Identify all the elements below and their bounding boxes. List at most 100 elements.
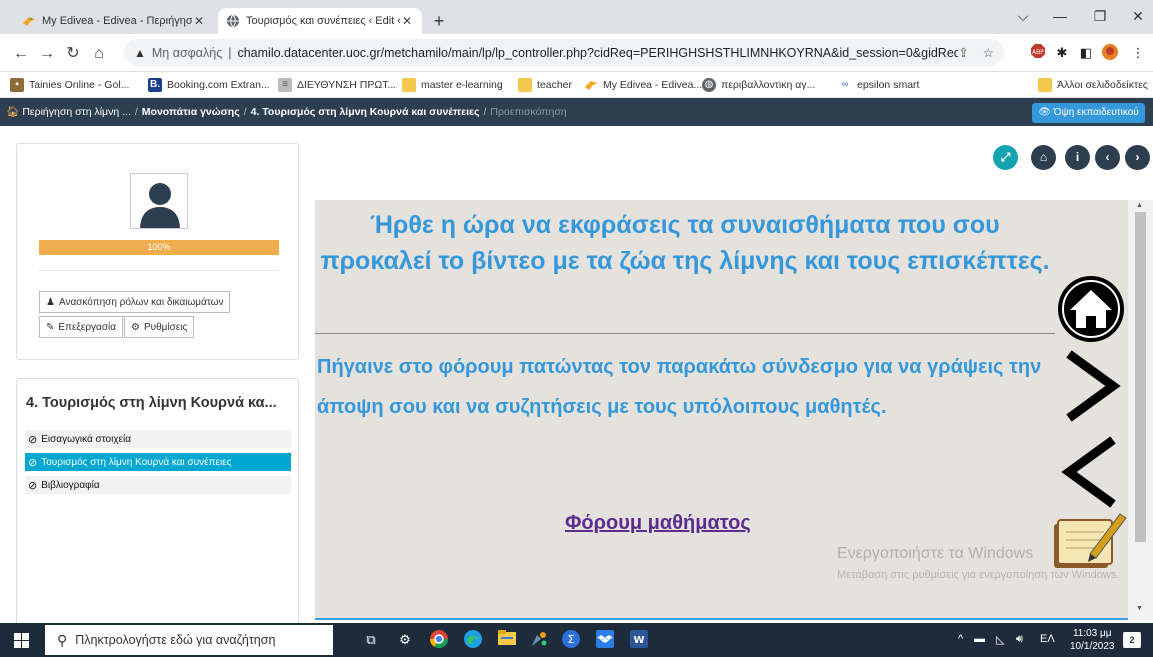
bird-icon [584,78,598,92]
forward-arrow-icon[interactable]: → [36,43,58,65]
breadcrumb-learning-paths[interactable]: Μονοπάτια γνώσης [142,106,240,118]
settings-gear-icon[interactable]: ⚙ [394,629,416,651]
restore-button[interactable]: ❐ [1080,8,1120,28]
edge-icon[interactable] [462,629,484,651]
bookmark-tainies[interactable]: ▪ Tainies Online - Gol... [10,76,129,94]
eye-icon: 👁︎ [1038,107,1051,118]
tray-chevron-icon[interactable]: ^ [958,633,963,645]
new-tab-button[interactable]: + [428,10,450,32]
edit-button[interactable]: ✎ Επεξεργασία [39,316,123,338]
word-icon[interactable]: W [628,629,650,651]
calculator-sigma-icon[interactable]: Σ [560,629,582,651]
bookmark-dieuthynsi[interactable]: ≡ ΔΙΕΥΘΥΝΣΗ ΠΡΩΤ... [278,76,396,94]
tab-my-edivea[interactable]: My Edivea - Edivea - Περιήγηση σ ✕ [14,8,214,34]
bookmark-teacher[interactable]: teacher [518,76,572,94]
scroll-down-icon[interactable]: ▼ [1136,605,1143,612]
lesson-paragraph: Πήγαινε στο φόρουμ πατώντας τον παρακάτω… [317,356,1042,418]
extensions-puzzle-icon[interactable]: ✱ [1052,43,1072,63]
bird-icon [22,14,36,28]
toc-panel: 4. Τουρισμός στη λίμνη Κουρνά κα... ⊘ Ει… [16,378,299,648]
close-window-button[interactable]: ✕ [1118,8,1153,28]
toc-item-intro[interactable]: ⊘ Εισαγωγικά στοιχεία [25,430,291,448]
security-label: Μη ασφαλής [151,45,223,60]
site-icon: ▪ [10,78,24,92]
bookmark-my-edivea[interactable]: My Edivea - Edivea... [584,76,702,94]
folder-icon [402,78,416,92]
address-toolbar: ← → ↻ ⌂ ▲ Μη ασφαλής | chamilo.datacente… [0,34,1153,72]
windows-activation-title: Ενεργοποιήστε τα Windows [837,545,1034,562]
notification-count: 2 [1129,635,1135,645]
toc-title: 4. Τουρισμός στη λίμνη Κουρνά κα... [26,395,277,411]
home-icon[interactable]: ⌂ [88,43,110,65]
reload-icon[interactable]: ↻ [62,43,84,65]
windows-start-icon[interactable] [14,633,29,648]
search-icon: ⚲ [57,631,68,648]
bookmark-other[interactable]: Άλλοι σελιδοδείκτες [1038,76,1148,94]
windows-taskbar: ⚲ Πληκτρολογήστε εδώ για αναζήτηση ⧉ ⚙ Σ… [0,623,1153,657]
chrome-icon[interactable] [428,629,450,651]
kebab-menu-icon[interactable]: ⋮ [1128,43,1148,63]
notification-icon[interactable]: 2 [1123,632,1141,648]
svg-text:ABP: ABP [1032,49,1044,56]
link-icon: ∞ [841,79,849,90]
clock[interactable]: 11:03 μμ 10/1/2023 [1070,627,1115,653]
fullscreen-icon[interactable]: ⤢ [993,145,1018,170]
dropbox-icon[interactable] [594,629,616,651]
bookmark-periballontiki[interactable]: ◍ περιβαλλοντικη αγ... [702,76,815,94]
task-view-icon[interactable]: ⧉ [360,629,382,651]
gear-icon: ⚙ [131,321,140,333]
bookmark-booking[interactable]: B. Booking.com Extran... [148,76,270,94]
scrollbar-thumb[interactable] [1135,212,1146,542]
globe-icon: ◍ [702,78,716,92]
close-icon[interactable]: ✕ [192,14,206,28]
avatar[interactable] [1100,43,1120,63]
close-icon[interactable]: ✕ [400,14,414,28]
address-bar[interactable]: ▲ Μη ασφαλής | chamilo.datacenter.uoc.gr… [124,39,1004,66]
home-icon[interactable]: 🏠︎ [6,105,19,118]
breadcrumb-current: Προεπισκόπηση [490,105,567,118]
profile-panel: 100% ♟ Ανασκόπηση ρόλων και δικαιωμάτων … [16,143,299,360]
taskbar-search-input[interactable]: ⚲ Πληκτρολογήστε εδώ για αναζήτηση [45,625,333,655]
roles-permissions-button[interactable]: ♟ Ανασκόπηση ρόλων και δικαιωμάτων [39,291,231,313]
pencil-icon: ✎ [46,321,55,333]
url-text: chamilo.datacenter.uoc.gr/metchamilo/mai… [237,45,959,60]
language-indicator[interactable]: ΕΛ [1040,633,1055,645]
teacher-view-button[interactable]: 👁︎ Όψη εκπαιδευτικού [1032,103,1145,123]
bookmark-epsilon-smart[interactable]: ∞ epsilon smart [838,76,919,94]
toc-item-tourism[interactable]: ⊘ Τουρισμός στη λίμνη Κουρνά και συνέπει… [25,453,291,471]
toc-item-bibliography[interactable]: ⊘ Βιβλιογραφία [25,476,291,494]
svg-text:Σ: Σ [568,633,575,646]
star-icon[interactable]: ☆ [983,45,994,60]
info-icon[interactable]: i [1065,145,1090,170]
home-icon[interactable] [1056,274,1126,344]
adblock-extension-icon[interactable]: ABP [1028,43,1048,63]
share-icon[interactable]: ⇪ [958,45,968,60]
breadcrumb-course[interactable]: Περιήγηση στη λίμνη ... [22,106,131,118]
volume-icon[interactable]: 🔊︎ [1016,633,1023,646]
folder-icon [1038,78,1052,92]
chevron-down-icon[interactable]: ⌵ [1003,8,1043,28]
next-arrow-icon[interactable] [1061,350,1121,422]
wifi-icon[interactable]: ◺ [996,633,1004,646]
browser-tab-strip: My Edivea - Edivea - Περιήγηση σ ✕ Τουρι… [0,0,1153,34]
tab-tourismos[interactable]: Τουρισμός και συνέπειες ‹ Edit ‹ ✕ [218,8,422,34]
file-explorer-icon[interactable] [496,629,518,651]
scroll-up-icon[interactable]: ▲ [1136,202,1143,209]
check-circle-icon: ⊘ [28,479,38,492]
minimize-button[interactable]: — [1040,8,1080,28]
previous-arrow-icon[interactable] [1061,436,1121,508]
notebook-pen-icon[interactable] [1046,508,1128,574]
paint-icon[interactable] [528,629,550,651]
clock-date: 10/1/2023 [1070,641,1115,652]
settings-button[interactable]: ⚙ Ρυθμίσεις [124,316,195,338]
content-scrollbar[interactable]: ▲ ▼ [1128,200,1153,620]
previous-icon[interactable]: ‹ [1095,145,1120,170]
home-icon[interactable]: ⌂ [1031,145,1056,170]
sidepanel-icon[interactable]: ◧ [1076,43,1096,63]
back-arrow-icon[interactable]: ← [10,43,32,65]
bookmark-master-elearning[interactable]: master e-learning [402,76,503,94]
network-icon[interactable]: ▬ [974,633,985,645]
forum-link[interactable]: Φόρουμ μαθήματος [565,512,751,535]
breadcrumb-lesson[interactable]: 4. Τουρισμός στη λίμνη Κουρνά και συνέπε… [251,106,480,118]
next-icon[interactable]: › [1125,145,1150,170]
